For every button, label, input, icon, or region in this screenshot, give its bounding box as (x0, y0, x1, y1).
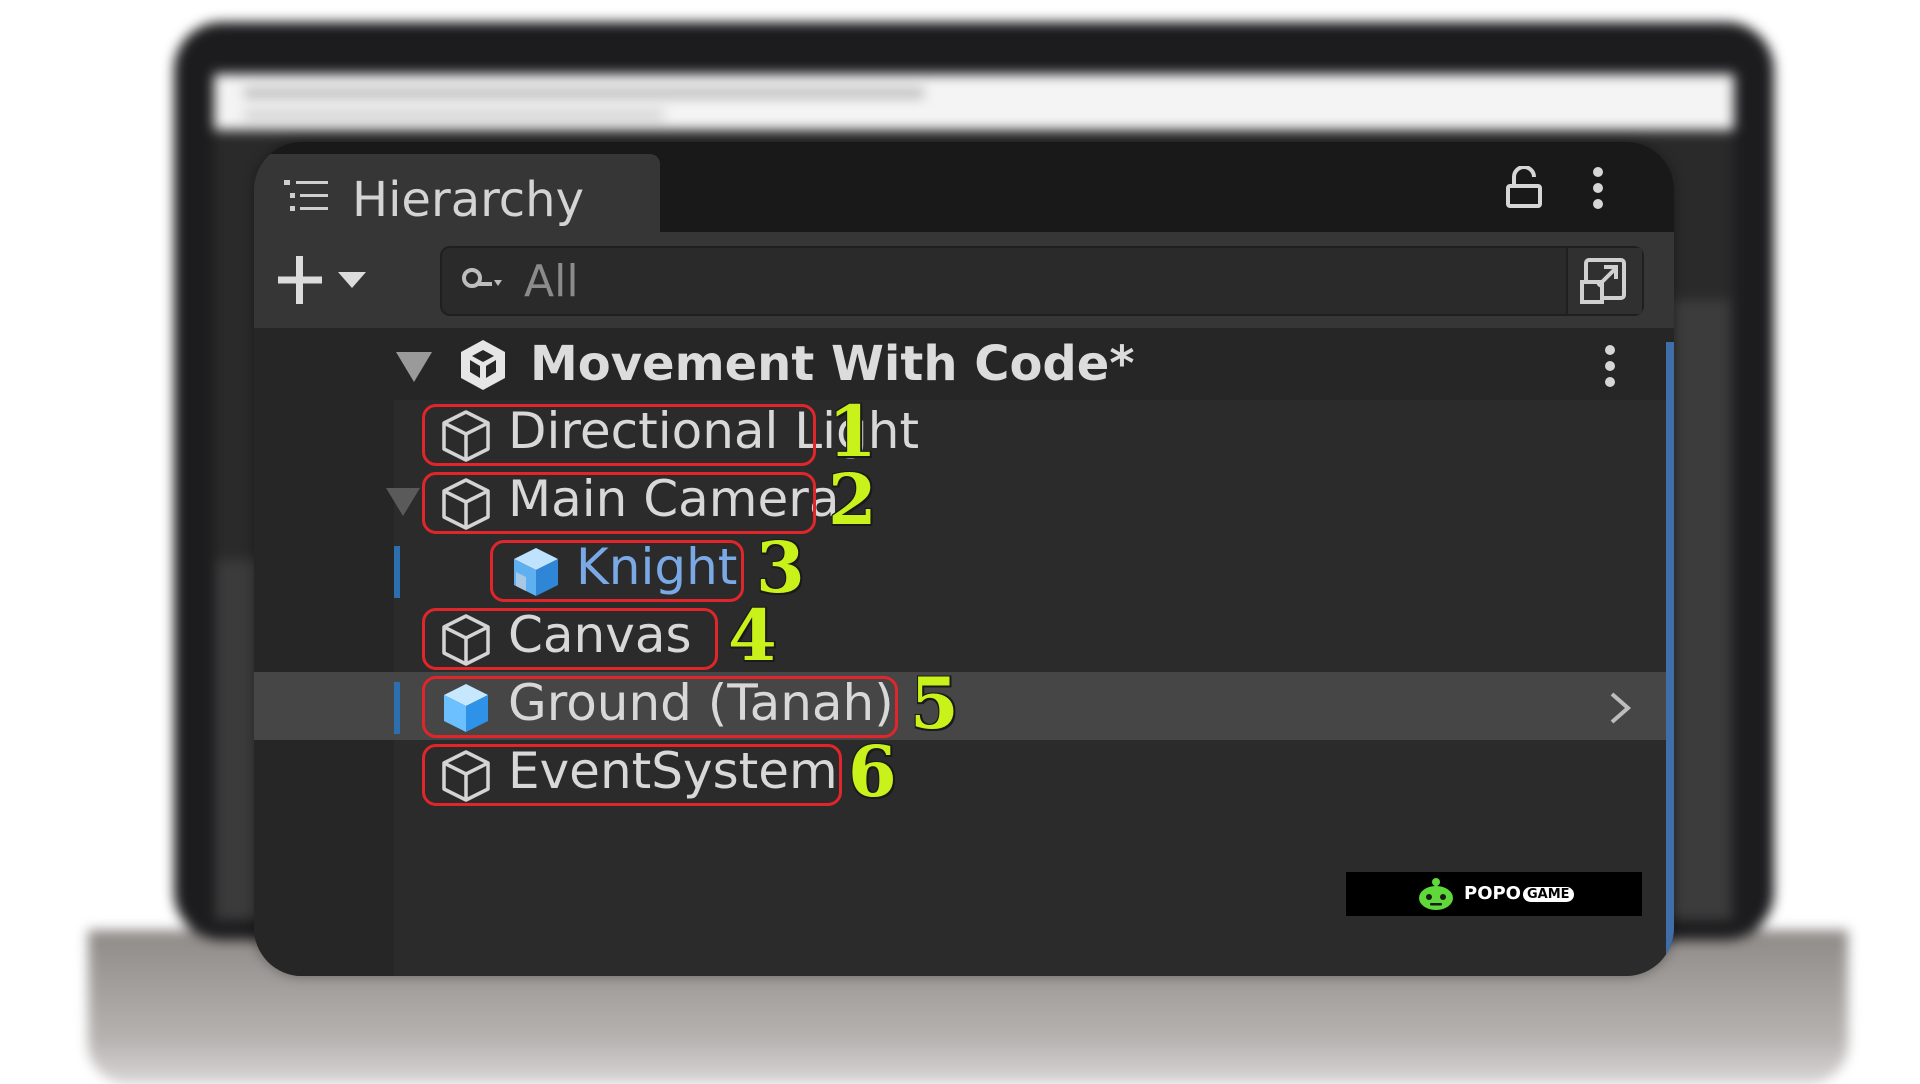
annotation-number: 2 (828, 458, 877, 541)
popogame-logo-icon (1419, 878, 1453, 910)
scene-row[interactable]: Movement With Code* (254, 328, 1674, 400)
scrollbar[interactable] (1666, 342, 1674, 962)
tree-item-main-camera[interactable]: Main Camera 2 (254, 458, 1674, 541)
tree-item-knight[interactable]: Knight 3 (254, 526, 1674, 609)
tab-bar: Hierarchy (254, 142, 1674, 232)
lock-icon[interactable] (1504, 166, 1544, 210)
tree-item-directional-light[interactable]: Directional Light 1 (254, 390, 1674, 473)
tree-item-eventsystem[interactable]: EventSystem 6 (254, 730, 1674, 813)
chevron-right-icon[interactable] (1608, 690, 1632, 726)
annotation-box (422, 744, 842, 806)
scene-name: Movement With Code* (530, 336, 1135, 392)
selection-marker (394, 682, 400, 734)
annotation-box (422, 404, 816, 466)
annotation-box (422, 472, 816, 534)
tab-title: Hierarchy (352, 172, 585, 228)
watermark-badge: GAME (1523, 887, 1574, 902)
titlebar-text-blur (244, 88, 924, 98)
more-options-icon[interactable] (1590, 164, 1606, 212)
chevron-down-icon[interactable] (396, 352, 432, 384)
laptop-screen-side-right (1670, 300, 1730, 920)
hierarchy-list-icon (284, 180, 328, 211)
annotation-number: 5 (910, 662, 959, 745)
selection-marker (394, 546, 400, 598)
open-in-window-icon (1580, 258, 1626, 304)
tab-hierarchy[interactable]: Hierarchy (254, 154, 660, 232)
annotation-box (422, 608, 718, 670)
menubar-text-blur (244, 110, 664, 120)
scene-more-options-icon[interactable] (1602, 342, 1618, 390)
hierarchy-panel: Hierarchy All Movement With Code* Direct… (254, 142, 1674, 976)
laptop-window-titlebar (214, 74, 1734, 130)
search-input[interactable] (522, 254, 1526, 308)
chevron-down-icon[interactable] (386, 488, 420, 518)
search-scope-button[interactable] (1566, 248, 1642, 314)
watermark-brand: POPO (1464, 883, 1521, 904)
tree-item-ground[interactable]: Ground (Tanah) 5 (254, 662, 1674, 745)
watermark: POPO GAME (1346, 872, 1642, 916)
annotation-box (422, 676, 898, 738)
unity-scene-icon (461, 340, 505, 390)
hierarchy-toolbar (254, 232, 1674, 328)
add-object-button[interactable] (278, 250, 388, 310)
search-box (440, 246, 1644, 316)
search-icon (462, 268, 502, 288)
tree-item-canvas[interactable]: Canvas 4 (254, 594, 1674, 677)
watermark-text: POPO GAME (1464, 883, 1574, 904)
annotation-number: 6 (848, 730, 897, 813)
annotation-number: 4 (728, 594, 777, 677)
annotation-box (490, 540, 744, 602)
